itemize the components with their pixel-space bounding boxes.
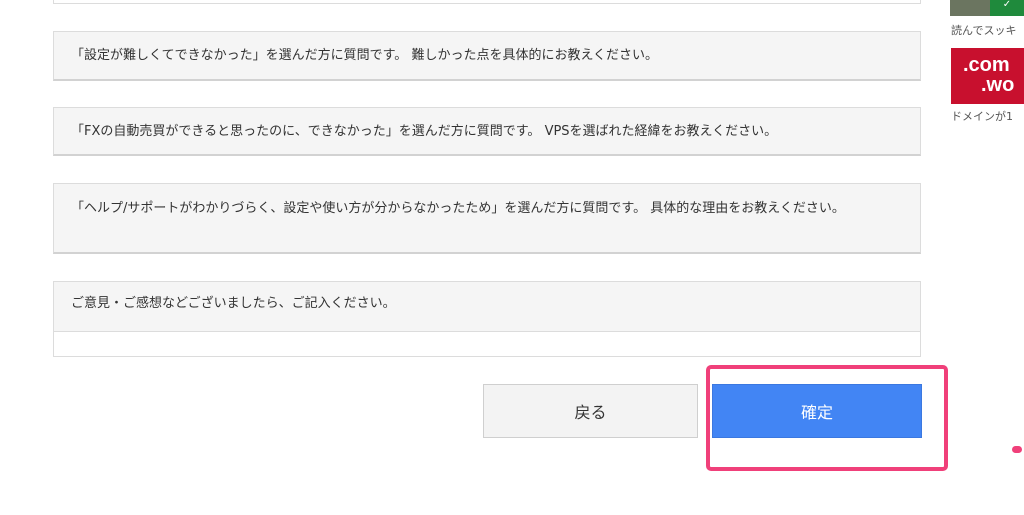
sidebar-thumbnail[interactable]: ✓ (950, 0, 1024, 16)
back-button[interactable]: 戻る (483, 384, 698, 438)
question-text: 「設定が難しくてできなかった」を選んだ方に質問です。 難しかった点を具体的にお教… (71, 48, 659, 63)
question-box-fx-auto-trading: 「FXの自動売買ができると思ったのに、できなかった」を選んだ方に質問です。 VP… (53, 107, 921, 156)
feedback-textarea[interactable] (53, 331, 921, 357)
thumbnail-badge: ✓ (990, 0, 1024, 16)
question-text: 「ヘルプ/サポートがわかりづらく、設定や使い方が分からなかったため」を選んだ方に… (71, 201, 845, 216)
annotation-dot (1012, 446, 1022, 453)
sidebar-thumb-caption[interactable]: 読んでスッキ (951, 22, 1016, 38)
question-box-feedback: ご意見・ご感想などございましたら、ご記入ください。 (53, 281, 921, 357)
sidebar-ad-caption[interactable]: ドメインが1 (951, 108, 1013, 124)
previous-answer-box-edge (53, 0, 921, 4)
question-text: 「FXの自動売買ができると思ったのに、できなかった」を選んだ方に質問です。 VP… (71, 124, 778, 139)
domain-ad-banner[interactable]: .com .wo (951, 48, 1024, 104)
question-text: ご意見・ご感想などございましたら、ご記入ください。 (71, 296, 396, 311)
highlight-annotation (706, 365, 948, 471)
question-box-help-support: 「ヘルプ/サポートがわかりづらく、設定や使い方が分からなかったため」を選んだ方に… (53, 183, 921, 254)
ad-line-2: .wo (981, 74, 1015, 96)
question-box-difficult-setup: 「設定が難しくてできなかった」を選んだ方に質問です。 難しかった点を具体的にお教… (53, 31, 921, 81)
ad-line-1: .com (963, 54, 1010, 76)
